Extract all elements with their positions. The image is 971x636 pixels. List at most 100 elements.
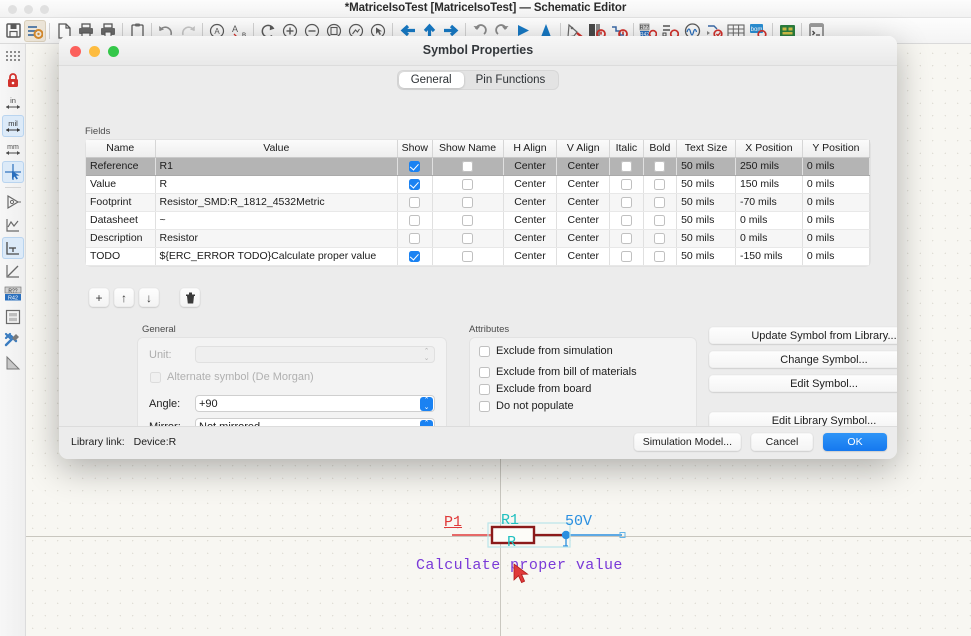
angle-combobox[interactable]: +90 ⌃⌄ <box>195 395 435 412</box>
table-cell[interactable] <box>398 193 433 211</box>
italic-checkbox[interactable] <box>621 215 632 226</box>
symbol-action-buttons[interactable]: Update Symbol from Library...Change Symb… <box>709 327 897 436</box>
y-position-cell[interactable]: 0 mils <box>802 193 869 211</box>
fields-table-row[interactable]: TODO${ERC_ERROR TODO}Calculate proper va… <box>86 247 870 265</box>
table-cell[interactable] <box>643 211 676 229</box>
fields-table-toolbar[interactable]: + ↑ ↓ <box>89 288 200 307</box>
field-name-cell[interactable]: Footprint <box>86 193 155 211</box>
units-millimeters-icon[interactable]: mm <box>2 138 24 160</box>
ok-button[interactable]: OK <box>823 433 887 451</box>
attribute-checkbox[interactable] <box>479 367 490 378</box>
x-position-cell[interactable]: 0 mils <box>735 229 802 247</box>
italic-checkbox[interactable] <box>621 197 632 208</box>
table-cell[interactable] <box>643 175 676 193</box>
fields-table-row[interactable]: DescriptionResistorCenterCenter50 mils0 … <box>86 229 870 247</box>
field-value-cell[interactable]: Resistor <box>155 229 398 247</box>
fields-table[interactable]: NameValueShowShow NameH AlignV AlignItal… <box>86 140 870 266</box>
table-cell[interactable] <box>398 229 433 247</box>
show-checkbox[interactable] <box>409 161 420 172</box>
field-value-cell[interactable]: ~ <box>155 211 398 229</box>
fields-table-row[interactable]: Datasheet~CenterCenter50 mils0 mils0 mil… <box>86 211 870 229</box>
x-position-cell[interactable]: 250 mils <box>735 157 802 175</box>
show-checkbox[interactable] <box>409 215 420 226</box>
table-cell[interactable] <box>398 157 433 175</box>
show-name-checkbox[interactable] <box>462 179 473 190</box>
show-erc-errors-icon[interactable] <box>2 237 24 259</box>
show-checkbox[interactable] <box>409 251 420 262</box>
text-size-cell[interactable]: 50 mils <box>677 175 736 193</box>
fields-table-row[interactable]: ReferenceR1CenterCenter50 mils250 mils0 … <box>86 157 870 175</box>
v-align-cell[interactable]: Center <box>557 193 610 211</box>
show-name-checkbox[interactable] <box>462 251 473 262</box>
show-checkbox[interactable] <box>409 179 420 190</box>
bold-checkbox[interactable] <box>654 215 665 226</box>
x-position-cell[interactable]: 0 mils <box>735 211 802 229</box>
fields-column-header[interactable]: Value <box>155 140 398 157</box>
field-name-cell[interactable]: Reference <box>86 157 155 175</box>
h-align-cell[interactable]: Center <box>503 157 557 175</box>
left-toolbar[interactable]: in mil mm <box>0 44 26 636</box>
units-mils-icon[interactable]: mil <box>2 115 24 137</box>
h-align-cell[interactable]: Center <box>503 175 557 193</box>
table-cell[interactable] <box>398 211 433 229</box>
table-cell[interactable] <box>643 157 676 175</box>
show-name-checkbox[interactable] <box>462 215 473 226</box>
bold-checkbox[interactable] <box>654 161 665 172</box>
toggle-net-highlight-icon[interactable] <box>2 352 24 374</box>
y-position-cell[interactable]: 0 mils <box>802 175 869 193</box>
y-position-cell[interactable]: 0 mils <box>802 247 869 265</box>
v-align-cell[interactable]: Center <box>557 211 610 229</box>
dialog-tabs[interactable]: General Pin Functions <box>397 70 560 90</box>
table-cell[interactable] <box>398 247 433 265</box>
fields-column-header[interactable]: V Align <box>557 140 610 157</box>
table-cell[interactable] <box>610 175 643 193</box>
show-checkbox[interactable] <box>409 197 420 208</box>
bold-checkbox[interactable] <box>654 197 665 208</box>
bold-checkbox[interactable] <box>654 179 665 190</box>
h-align-cell[interactable]: Center <box>503 247 557 265</box>
delete-field-button[interactable] <box>180 288 200 307</box>
table-cell[interactable] <box>432 229 503 247</box>
move-field-up-button[interactable]: ↑ <box>114 288 134 307</box>
y-position-cell[interactable]: 0 mils <box>802 229 869 247</box>
cancel-button[interactable]: Cancel <box>751 433 813 451</box>
show-name-checkbox[interactable] <box>462 197 473 208</box>
h-align-cell[interactable]: Center <box>503 211 557 229</box>
table-cell[interactable] <box>610 193 643 211</box>
table-cell[interactable] <box>610 211 643 229</box>
show-name-checkbox[interactable] <box>462 233 473 244</box>
attribute-checkbox[interactable] <box>479 401 490 412</box>
attribute-row[interactable]: Exclude from bill of materials <box>479 366 687 378</box>
show-hierarchy-navigator-icon[interactable] <box>2 306 24 328</box>
italic-checkbox[interactable] <box>621 179 632 190</box>
x-position-cell[interactable]: -70 mils <box>735 193 802 211</box>
angle-stepper-arrows[interactable]: ⌃⌄ <box>420 397 433 411</box>
fields-column-header[interactable]: Italic <box>610 140 643 157</box>
toggle-grid-icon[interactable] <box>2 46 24 68</box>
table-cell[interactable] <box>643 247 676 265</box>
schematic-reference-label[interactable]: R1 <box>501 512 519 529</box>
attribute-checkbox[interactable] <box>479 346 490 357</box>
move-field-down-button[interactable]: ↓ <box>139 288 159 307</box>
schematic-todo-text[interactable]: Calculate proper value <box>416 557 623 574</box>
h-align-cell[interactable]: Center <box>503 193 557 211</box>
x-position-cell[interactable]: -150 mils <box>735 247 802 265</box>
show-properties-manager-icon[interactable] <box>2 329 24 351</box>
table-cell[interactable] <box>432 175 503 193</box>
table-cell[interactable] <box>610 157 643 175</box>
symbol-action-button[interactable]: Update Symbol from Library... <box>709 327 897 344</box>
y-position-cell[interactable]: 0 mils <box>802 157 869 175</box>
v-align-cell[interactable]: Center <box>557 229 610 247</box>
fields-table-row[interactable]: ValueRCenterCenter50 mils150 mils0 mils <box>86 175 870 193</box>
show-erc-exclusions-icon[interactable] <box>2 260 24 282</box>
bold-checkbox[interactable] <box>654 233 665 244</box>
v-align-cell[interactable]: Center <box>557 157 610 175</box>
show-checkbox[interactable] <box>409 233 420 244</box>
simulation-model-button[interactable]: Simulation Model... <box>634 433 741 451</box>
schematic-value-label[interactable]: R <box>507 534 516 551</box>
table-cell[interactable] <box>610 247 643 265</box>
x-position-cell[interactable]: 150 mils <box>735 175 802 193</box>
fields-table-row[interactable]: FootprintResistor_SMD:R_1812_4532MetricC… <box>86 193 870 211</box>
italic-checkbox[interactable] <box>621 233 632 244</box>
table-cell[interactable] <box>432 211 503 229</box>
